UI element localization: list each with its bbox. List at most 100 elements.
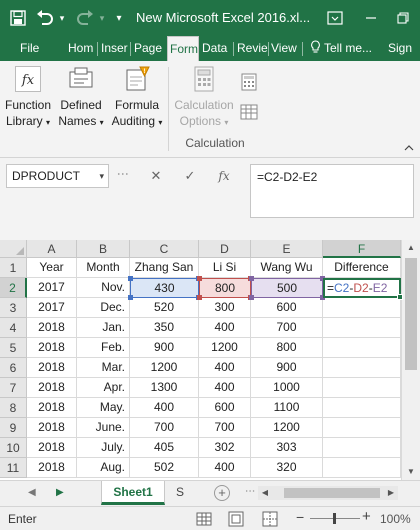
column-header-e[interactable]: E [251,240,323,258]
tab-formulas[interactable]: Form [167,36,199,61]
cell-d10[interactable]: 302 [199,438,251,458]
column-header-a[interactable]: A [27,240,77,258]
sheet-tab-next[interactable]: S [170,481,190,505]
cell-e7[interactable]: 1000 [251,378,323,398]
redo-icon[interactable] [74,0,96,36]
cell-d5[interactable]: 1200 [199,338,251,358]
function-library-button[interactable]: fx Function Library ▾ [2,65,54,131]
cell-a1[interactable]: Year [27,258,77,278]
cell-f9[interactable] [323,418,401,438]
cell-b6[interactable]: Mar. [77,358,130,378]
collapse-ribbon-icon[interactable] [404,143,414,153]
cell-d2[interactable]: 800 [199,278,251,298]
cell-b10[interactable]: July. [77,438,130,458]
cell-a7[interactable]: 2018 [27,378,77,398]
cell-e9[interactable]: 1200 [251,418,323,438]
cell-f8[interactable] [323,398,401,418]
worksheet-grid[interactable]: A B C D E F 1 2 3 4 5 6 7 8 9 10 11 Year Month Zhang San Li … [0,240,420,480]
ribbon-display-options-icon[interactable] [318,0,352,36]
scroll-left-icon[interactable]: ◀ [258,486,272,500]
cancel-icon[interactable]: ✕ [140,164,172,188]
zoom-in-icon[interactable]: + [362,508,371,525]
page-layout-view-icon[interactable] [228,511,244,527]
cell-a3[interactable]: 2017 [27,298,77,318]
reference-handle-d[interactable] [197,276,202,281]
row-header-8[interactable]: 8 [0,398,27,418]
zoom-slider-thumb[interactable] [333,513,336,524]
cell-d3[interactable]: 300 [199,298,251,318]
row-header-2[interactable]: 2 [0,278,27,298]
previous-sheet-icon[interactable]: ◀ [28,487,36,498]
cell-b2[interactable]: Nov. [77,278,130,298]
cell-c2[interactable]: 430 [130,278,199,298]
cell-f11[interactable] [323,458,401,478]
row-header-1[interactable]: 1 [0,258,27,278]
active-cell-f2[interactable]: =C2-D2-E2 [323,278,401,298]
cell-e11[interactable]: 320 [251,458,323,478]
reference-handle-c[interactable] [128,276,133,281]
cell-c5[interactable]: 900 [130,338,199,358]
cell-d4[interactable]: 400 [199,318,251,338]
cell-b8[interactable]: May. [77,398,130,418]
cell-a4[interactable]: 2018 [27,318,77,338]
cell-c10[interactable]: 405 [130,438,199,458]
zoom-out-icon[interactable]: − [296,509,304,525]
row-header-3[interactable]: 3 [0,298,27,318]
row-header-9[interactable]: 9 [0,418,27,438]
chevron-down-icon[interactable]: ▾ [99,165,104,187]
cell-c11[interactable]: 502 [130,458,199,478]
cell-e1[interactable]: Wang Wu [251,258,323,278]
cell-e4[interactable]: 700 [251,318,323,338]
cell-a9[interactable]: 2018 [27,418,77,438]
vertical-scrollbar[interactable]: ▲ ▼ [401,240,420,480]
restore-icon[interactable] [386,0,420,36]
cell-f4[interactable] [323,318,401,338]
tab-review[interactable]: Revie [235,36,268,61]
row-header-5[interactable]: 5 [0,338,27,358]
reference-handle-e[interactable] [249,295,254,300]
tab-split-handle-icon[interactable]: ⋮ [244,486,255,495]
cell-a8[interactable]: 2018 [27,398,77,418]
cell-d8[interactable]: 600 [199,398,251,418]
cell-a10[interactable]: 2018 [27,438,77,458]
vertical-scroll-thumb[interactable] [405,258,417,370]
name-box[interactable]: DPRODUCT ▾ [6,164,109,188]
cell-a5[interactable]: 2018 [27,338,77,358]
cell-f5[interactable] [323,338,401,358]
reference-handle-e[interactable] [249,276,254,281]
cell-b3[interactable]: Dec. [77,298,130,318]
tab-data[interactable]: Data [200,36,232,61]
next-sheet-icon[interactable]: ▶ [56,487,64,498]
tab-home[interactable]: Hom [66,36,96,61]
cell-d7[interactable]: 400 [199,378,251,398]
horizontal-scrollbar[interactable]: ◀ ▶ [258,486,398,500]
cell-e10[interactable]: 303 [251,438,323,458]
save-icon[interactable] [4,0,32,36]
row-header-11[interactable]: 11 [0,458,27,478]
cell-e6[interactable]: 900 [251,358,323,378]
zoom-level[interactable]: 100% [380,507,411,530]
reference-handle-c[interactable] [128,295,133,300]
tab-file[interactable]: File [12,36,52,61]
calculation-options-button[interactable]: Calculation Options ▾ [172,65,236,131]
cell-f3[interactable] [323,298,401,318]
cell-d11[interactable]: 400 [199,458,251,478]
column-header-f[interactable]: F [323,240,401,258]
cell-a6[interactable]: 2018 [27,358,77,378]
calculate-now-icon[interactable] [240,73,258,91]
page-break-view-icon[interactable] [262,511,278,527]
column-header-c[interactable]: C [130,240,199,258]
normal-view-icon[interactable] [196,511,212,527]
add-sheet-icon[interactable]: + [214,485,230,501]
cell-b5[interactable]: Feb. [77,338,130,358]
column-header-d[interactable]: D [199,240,251,258]
scroll-right-icon[interactable]: ▶ [384,486,398,500]
cell-f10[interactable] [323,438,401,458]
undo-dropdown-icon[interactable]: ▾ [56,0,68,36]
fill-handle[interactable] [397,294,403,300]
reference-handle-d[interactable] [197,295,202,300]
insert-function-icon[interactable]: fx [208,164,240,188]
row-header-6[interactable]: 6 [0,358,27,378]
customize-quick-access-icon[interactable]: ▾ [112,0,126,36]
scroll-up-icon[interactable]: ▲ [402,240,420,256]
